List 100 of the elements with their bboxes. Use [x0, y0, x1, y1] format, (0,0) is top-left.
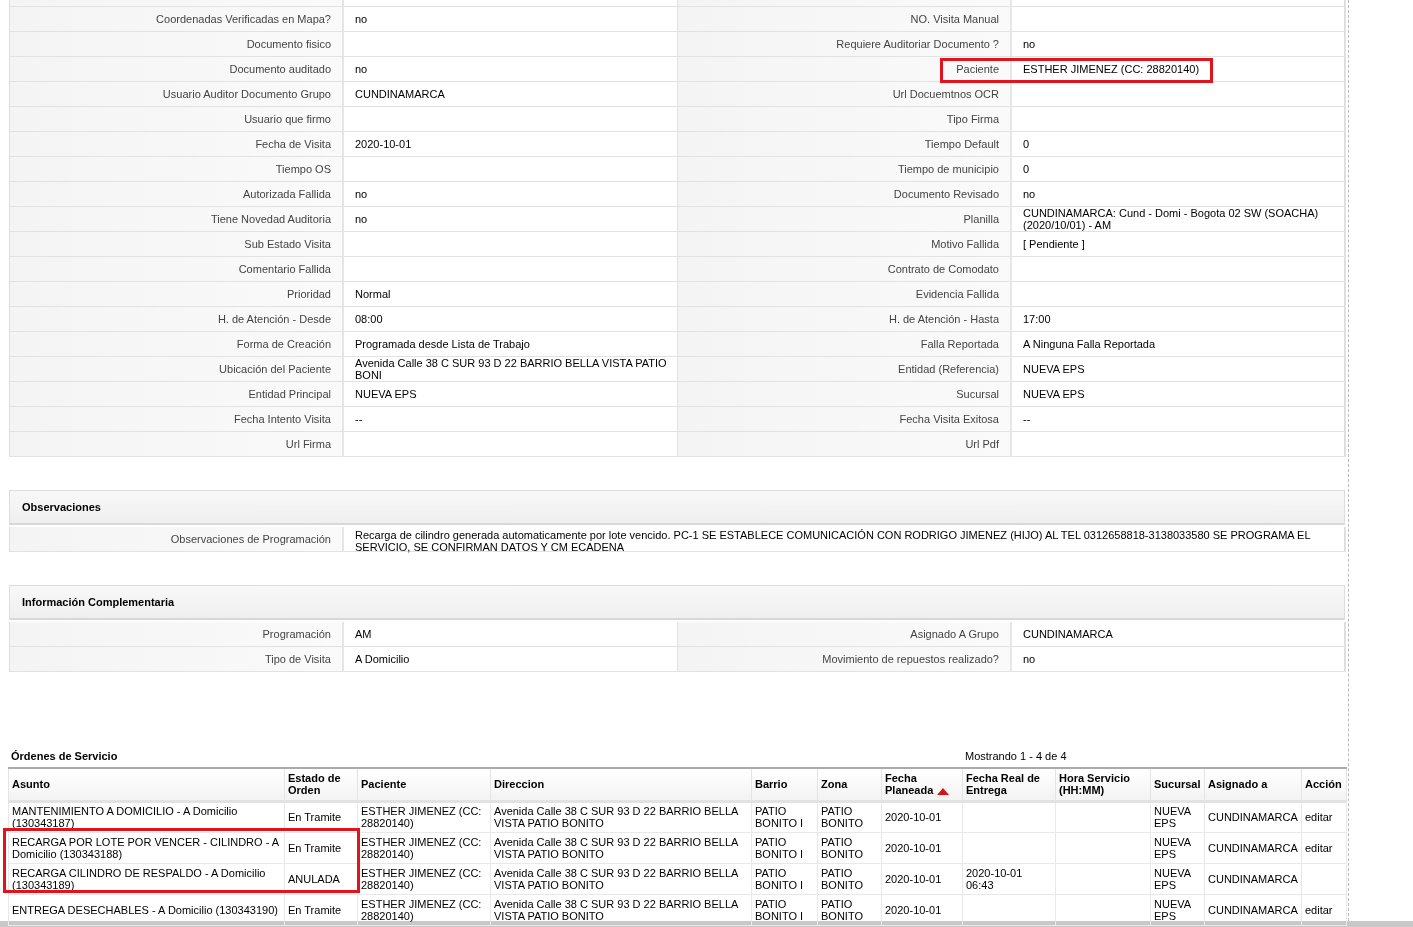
field-value: CUNDINAMARCA: Cund - Domi - Bogota 02 SW (SOACHA) (2020/10/01) - AM — [1012, 207, 1346, 232]
field-label: Entidad (Referencia) — [678, 357, 1012, 382]
field-value: Programada desde Lista de Trabajo — [344, 332, 678, 357]
field-label: Planilla — [678, 207, 1012, 232]
field-value: NUEVA EPS — [344, 382, 678, 407]
field-label: Asignado A Grupo — [678, 622, 1012, 647]
column-header[interactable]: Sucursal — [1150, 768, 1205, 801]
table-cell: 2020-10-01 — [881, 832, 963, 863]
field-label: Forma de Creación — [10, 332, 344, 357]
field-label: Usuario que firmo — [10, 107, 344, 132]
field-value: no — [1012, 182, 1346, 207]
table-cell: Avenida Calle 38 C SUR 93 D 22 BARRIO BELLA VISTA PATIO BONITO — [490, 863, 752, 894]
field-label: Documento auditado — [10, 57, 344, 82]
field-label: Url Docuemtnos OCR — [678, 82, 1012, 107]
field-label: Entidad Principal — [10, 382, 344, 407]
field-label: Tiempo OS — [10, 157, 344, 182]
field-label: Evidencia Fallida — [678, 282, 1012, 307]
field-label: Ubicación del Paciente — [10, 357, 344, 382]
column-header[interactable]: Asignado a — [1204, 768, 1302, 801]
section-title: Observaciones — [22, 501, 101, 513]
column-header[interactable]: Hora Servicio (HH:MM) — [1055, 768, 1151, 801]
table-cell: PATIO BONITO — [817, 832, 882, 863]
field-value: no — [344, 182, 678, 207]
table-cell: CUNDINAMARCA — [1204, 801, 1302, 832]
column-header[interactable]: Fecha Real de Entrega — [962, 768, 1056, 801]
column-header[interactable]: Paciente — [357, 768, 491, 801]
field-label: H. de Atención - Desde — [10, 307, 344, 332]
column-header[interactable]: Estado de Orden — [284, 768, 358, 801]
field-value: 2020-10-01 — [344, 132, 678, 157]
table-cell: PATIO BONITO I — [751, 832, 818, 863]
table-cell: 2020-10-01 — [881, 863, 963, 894]
field-label: Fecha Intento Visita — [10, 407, 344, 432]
field-value: [ Pendiente ] — [1012, 232, 1346, 257]
table-cell: ESTHER JIMENEZ (CC: 28820140) — [357, 863, 491, 894]
field-value: CUNDINAMARCA — [344, 82, 678, 107]
field-label: Sub Estado Visita — [10, 232, 344, 257]
table-cell: PATIO BONITO — [817, 801, 882, 832]
column-header[interactable]: Fecha Planeada — [881, 768, 963, 801]
field-label: Paciente — [678, 57, 1012, 82]
horizontal-scrollbar[interactable] — [0, 921, 1413, 927]
field-label: Fecha de Visita — [10, 132, 344, 157]
field-label: Tipo Firma — [678, 107, 1012, 132]
column-header[interactable]: Barrio — [751, 768, 818, 801]
field-value: CUNDINAMARCA — [1012, 622, 1346, 647]
column-header[interactable]: Direccion — [490, 768, 752, 801]
field-value: NUEVA EPS — [1012, 382, 1346, 407]
field-value: no — [344, 7, 678, 32]
field-label: Tiempo de municipio — [678, 157, 1012, 182]
table-cell: CUNDINAMARCA — [1204, 863, 1302, 894]
table-cell: MANTENIMIENTO A DOMICILIO - A Domicilio (130343187) — [8, 801, 285, 832]
field-label: Documento fisico — [10, 32, 344, 57]
table-cell: NUEVA EPS — [1150, 832, 1205, 863]
field-label: Coordenadas Verificadas en Mapa? — [10, 7, 344, 32]
table-cell: 2020-10-01 — [881, 801, 963, 832]
table-cell: PATIO BONITO — [817, 863, 882, 894]
field-label: Falla Reportada — [678, 332, 1012, 357]
field-label: Observaciones de Programación — [10, 527, 344, 552]
field-value: AM — [344, 622, 678, 647]
field-value: Avenida Calle 38 C SUR 93 D 22 BARRIO BELLA VISTA PATIO BONI — [344, 357, 678, 382]
pagination-info: Mostrando 1 - 4 de 4 — [965, 750, 1067, 762]
table-cell: ESTHER JIMENEZ (CC: 28820140) — [357, 832, 491, 863]
field-value: no — [1012, 32, 1346, 57]
field-value: no — [344, 207, 678, 232]
field-value: 0 — [1012, 157, 1346, 182]
field-value: A Domicilio — [344, 647, 678, 672]
table-cell: Avenida Calle 38 C SUR 93 D 22 BARRIO BELLA VISTA PATIO BONITO — [490, 832, 752, 863]
field-label: Sucursal — [678, 382, 1012, 407]
table-cell: RECARGA CILINDRO DE RESPALDO - A Domicilio (130343189) — [8, 863, 285, 894]
table-cell: RECARGA POR LOTE POR VENCER - CILINDRO - A Domicilio (130343188) — [8, 832, 285, 863]
field-label: Tiene Novedad Auditoria — [10, 207, 344, 232]
table-cell: Avenida Calle 38 C SUR 93 D 22 BARRIO BELLA VISTA PATIO BONITO — [490, 801, 752, 832]
field-value: Recarga de cilindro generada automaticamente por lote vencido. PC-1 SE ESTABLECE COMUNICACIÓN CON RODRIGO JIMENEZ (HIJO) AL TEL 0312658818-3138033580 SE PROGRAMA EL SERVICIO, SE CONFIRMAN DATOS Y CM ECADENA — [344, 527, 1346, 552]
column-header[interactable]: Acción — [1301, 768, 1347, 801]
field-label: Programación — [10, 622, 344, 647]
field-value: Normal — [344, 282, 678, 307]
field-label: Prioridad — [10, 282, 344, 307]
field-label: Documento Revisado — [678, 182, 1012, 207]
table-cell: NUEVA EPS — [1150, 801, 1205, 832]
column-header[interactable]: Zona — [817, 768, 882, 801]
field-value: ESTHER JIMENEZ (CC: 28820140) — [1012, 57, 1346, 82]
field-value: -- — [1012, 407, 1346, 432]
field-value: no — [1012, 647, 1346, 672]
field-value: A Ninguna Falla Reportada — [1012, 332, 1346, 357]
field-label: H. de Atención - Hasta — [678, 307, 1012, 332]
field-value: NUEVA EPS — [1012, 357, 1346, 382]
table-cell: En Tramite — [284, 801, 358, 832]
field-label: Autorizada Fallida — [10, 182, 344, 207]
table-cell: PATIO BONITO I — [751, 801, 818, 832]
table-cell: PATIO BONITO I — [751, 863, 818, 894]
field-label: Url Firma — [10, 432, 344, 457]
field-label: NO. Visita Manual — [678, 7, 1012, 32]
table-cell: ESTHER JIMENEZ (CC: 28820140) — [357, 801, 491, 832]
field-value: 0 — [1012, 132, 1346, 157]
table-title: Órdenes de Servicio — [11, 750, 119, 762]
field-label: Movimiento de repuestos realizado? — [678, 647, 1012, 672]
field-value: -- — [344, 407, 678, 432]
field-label: Requiere Auditoriar Documento ? — [678, 32, 1012, 57]
field-value: 08:00 — [344, 307, 678, 332]
table-cell: NUEVA EPS — [1150, 863, 1205, 894]
column-header[interactable]: Asunto — [8, 768, 285, 801]
